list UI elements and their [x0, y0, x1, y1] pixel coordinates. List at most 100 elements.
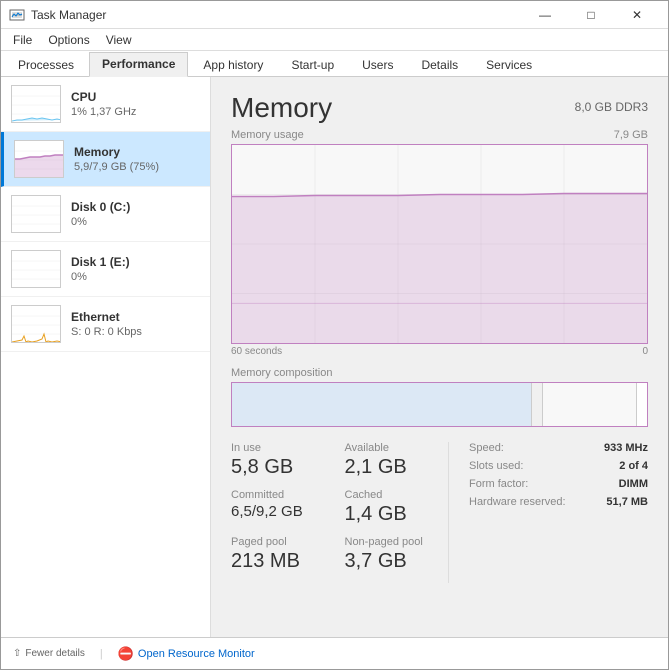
- cpu-name: CPU: [71, 90, 200, 104]
- app-icon: [9, 7, 25, 23]
- minimize-button[interactable]: —: [522, 1, 568, 29]
- memory-thumbnail: [14, 140, 64, 178]
- composition-label: Memory composition: [231, 367, 648, 379]
- stat-speed-label: Speed:: [469, 442, 504, 454]
- stats-section: In use 5,8 GB Available 2,1 GB Committed…: [231, 442, 648, 583]
- stat-committed-value: 6,5/9,2 GB: [231, 503, 335, 520]
- panel-title: Memory: [231, 92, 332, 124]
- memory-value: 5,9/7,9 GB (75%): [74, 161, 200, 173]
- stat-slots-label: Slots used:: [469, 460, 523, 472]
- disk0-value: 0%: [71, 216, 200, 228]
- close-button[interactable]: ✕: [614, 1, 660, 29]
- stat-form-value: DIMM: [619, 478, 648, 490]
- tab-services[interactable]: Services: [473, 53, 545, 76]
- stat-hw-value: 51,7 MB: [606, 496, 648, 508]
- sidebar: CPU 1% 1,37 GHz Memory: [1, 77, 211, 637]
- menu-bar: File Options View: [1, 29, 668, 51]
- stats-right: Speed: 933 MHz Slots used: 2 of 4 Form f…: [448, 442, 648, 583]
- ethernet-value: S: 0 R: 0 Kbps: [71, 326, 200, 338]
- graph-time-start: 60 seconds: [231, 346, 282, 357]
- disk1-name: Disk 1 (E:): [71, 255, 200, 269]
- stat-hw-label: Hardware reserved:: [469, 496, 566, 508]
- stat-paged-label: Paged pool: [231, 536, 335, 548]
- menu-options[interactable]: Options: [40, 31, 97, 49]
- graph-time-end: 0: [642, 346, 648, 357]
- cpu-info: CPU 1% 1,37 GHz: [71, 90, 200, 118]
- stat-hw-reserved: Hardware reserved: 51,7 MB: [469, 496, 648, 508]
- comp-modified: [531, 383, 542, 426]
- memory-usage-graph: [231, 144, 648, 344]
- cpu-value: 1% 1,37 GHz: [71, 106, 200, 118]
- stat-in-use-value: 5,8 GB: [231, 456, 335, 479]
- graph-label-name: Memory usage: [231, 129, 304, 141]
- stat-slots: Slots used: 2 of 4: [469, 460, 648, 472]
- sidebar-item-memory[interactable]: Memory 5,9/7,9 GB (75%): [1, 132, 210, 187]
- tab-users[interactable]: Users: [349, 53, 406, 76]
- performance-detail-panel: Memory 8,0 GB DDR3 Memory usage 7,9 GB: [211, 77, 668, 637]
- fewer-details-button[interactable]: ⇧ Fewer details: [13, 648, 85, 659]
- memory-info: Memory 5,9/7,9 GB (75%): [74, 145, 200, 173]
- ethernet-name: Ethernet: [71, 310, 200, 324]
- bottom-bar: ⇧ Fewer details | ⛔ Open Resource Monito…: [1, 637, 668, 669]
- stat-paged-value: 213 MB: [231, 550, 335, 573]
- disk0-info: Disk 0 (C:) 0%: [71, 200, 200, 228]
- stat-nonpaged-label: Non-paged pool: [345, 536, 449, 548]
- stat-cached-label: Cached: [345, 489, 449, 501]
- stat-committed-label: Committed: [231, 489, 335, 501]
- stat-in-use: In use 5,8 GB: [231, 442, 335, 479]
- graph-label-max: 7,9 GB: [614, 129, 648, 141]
- window-controls: — □ ✕: [522, 1, 660, 29]
- sidebar-item-disk0[interactable]: Disk 0 (C:) 0%: [1, 187, 210, 242]
- stat-speed: Speed: 933 MHz: [469, 442, 648, 454]
- open-resource-monitor-button[interactable]: ⛔ Open Resource Monitor: [118, 646, 255, 662]
- main-content: CPU 1% 1,37 GHz Memory: [1, 77, 668, 637]
- tab-details[interactable]: Details: [408, 53, 471, 76]
- comp-free: [636, 383, 647, 426]
- stat-available: Available 2,1 GB: [345, 442, 449, 479]
- bottom-separator: |: [100, 648, 103, 660]
- disk1-info: Disk 1 (E:) 0%: [71, 255, 200, 283]
- comp-standby: [542, 383, 636, 426]
- maximize-button[interactable]: □: [568, 1, 614, 29]
- stat-in-use-label: In use: [231, 442, 335, 454]
- ethernet-info: Ethernet S: 0 R: 0 Kbps: [71, 310, 200, 338]
- tab-performance[interactable]: Performance: [89, 52, 188, 77]
- stat-form-label: Form factor:: [469, 478, 528, 490]
- menu-file[interactable]: File: [5, 31, 40, 49]
- sidebar-item-cpu[interactable]: CPU 1% 1,37 GHz: [1, 77, 210, 132]
- stat-available-value: 2,1 GB: [345, 456, 449, 479]
- tab-startup[interactable]: Start-up: [278, 53, 347, 76]
- memory-name: Memory: [74, 145, 200, 159]
- disk1-value: 0%: [71, 271, 200, 283]
- title-bar: Task Manager — □ ✕: [1, 1, 668, 29]
- panel-subtitle: 8,0 GB DDR3: [575, 100, 648, 114]
- monitor-icon: ⛔: [118, 646, 134, 662]
- graph-labels: Memory usage 7,9 GB: [231, 129, 648, 141]
- sidebar-item-ethernet[interactable]: Ethernet S: 0 R: 0 Kbps: [1, 297, 210, 352]
- disk0-thumbnail: [11, 195, 61, 233]
- fewer-details-label: Fewer details: [25, 648, 84, 659]
- disk1-thumbnail: [11, 250, 61, 288]
- stats-left: In use 5,8 GB Available 2,1 GB Committed…: [231, 442, 448, 583]
- graph-time-labels: 60 seconds 0: [231, 346, 648, 357]
- tab-app-history[interactable]: App history: [190, 53, 276, 76]
- stat-committed: Committed 6,5/9,2 GB: [231, 489, 335, 526]
- stat-form-factor: Form factor: DIMM: [469, 478, 648, 490]
- open-monitor-label: Open Resource Monitor: [138, 648, 255, 660]
- stat-cached-value: 1,4 GB: [345, 503, 449, 526]
- tab-bar: Processes Performance App history Start-…: [1, 51, 668, 77]
- menu-view[interactable]: View: [98, 31, 140, 49]
- tab-processes[interactable]: Processes: [5, 53, 87, 76]
- stat-slots-value: 2 of 4: [619, 460, 648, 472]
- stat-nonpaged-value: 3,7 GB: [345, 550, 449, 573]
- sidebar-item-disk1[interactable]: Disk 1 (E:) 0%: [1, 242, 210, 297]
- stat-cached: Cached 1,4 GB: [345, 489, 449, 526]
- window-title: Task Manager: [31, 8, 522, 22]
- stat-available-label: Available: [345, 442, 449, 454]
- task-manager-window: Task Manager — □ ✕ File Options View Pro…: [0, 0, 669, 670]
- stat-nonpaged-pool: Non-paged pool 3,7 GB: [345, 536, 449, 573]
- chevron-up-icon: ⇧: [13, 648, 21, 659]
- cpu-thumbnail: [11, 85, 61, 123]
- stat-paged-pool: Paged pool 213 MB: [231, 536, 335, 573]
- memory-composition-bar: [231, 382, 648, 427]
